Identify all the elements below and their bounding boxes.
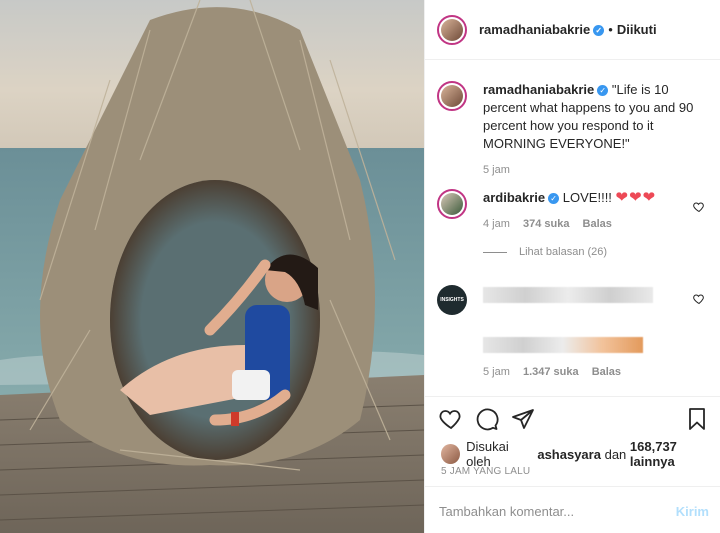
comment-meta: 4 jam 374 suka Balas xyxy=(483,215,695,233)
likes-count[interactable]: 168,737 lainnya xyxy=(630,439,720,469)
blurred-username xyxy=(483,287,653,303)
header-separator: • xyxy=(608,22,613,37)
comments-list[interactable]: ramadhaniabakrie ✓ "Life is 10 percent wh… xyxy=(425,61,720,396)
reply-button[interactable]: Balas xyxy=(583,218,612,230)
caption-meta: 5 jam xyxy=(483,161,695,179)
send-comment-button[interactable]: Kirim xyxy=(676,504,709,519)
comment-bubble-icon[interactable] xyxy=(475,407,499,431)
commenter-avatar[interactable]: INSIGHTS xyxy=(437,285,467,315)
save-bookmark-icon[interactable] xyxy=(685,407,709,431)
comment-time[interactable]: 4 jam xyxy=(483,218,510,230)
header-username-text[interactable]: ramadhaniabakrie xyxy=(479,22,590,37)
caption-username[interactable]: ramadhaniabakrie xyxy=(483,82,594,97)
comment-meta: 5 jam 1.347 suka Balas xyxy=(483,363,695,381)
comment-time[interactable]: 5 jam xyxy=(483,366,510,378)
share-send-icon[interactable] xyxy=(511,407,535,431)
post-photo[interactable] xyxy=(0,0,424,533)
likes-summary: Disukai oleh ashasyara dan 168,737 lainn… xyxy=(441,439,720,469)
likes-middle: dan xyxy=(604,446,627,462)
like-heart-icon[interactable] xyxy=(439,407,463,431)
follow-status-button[interactable]: Diikuti xyxy=(617,22,657,37)
caption-time[interactable]: 5 jam xyxy=(483,164,510,176)
beach-nest-photo xyxy=(0,0,424,533)
like-comment-heart-icon[interactable] xyxy=(693,201,705,213)
liker-avatar[interactable] xyxy=(441,444,461,464)
commenter-avatar[interactable] xyxy=(437,189,467,219)
profile-avatar[interactable] xyxy=(437,14,467,45)
like-comment-heart-icon[interactable] xyxy=(693,293,705,305)
comment-input[interactable]: Tambahkan komentar... xyxy=(439,504,574,519)
action-bar: Disukai oleh ashasyara dan 168,737 lainn… xyxy=(425,396,720,486)
header-username[interactable]: ramadhaniabakrie ✓ xyxy=(479,22,605,37)
comment-text: LOVE!!!! xyxy=(562,190,612,205)
view-replies-button[interactable]: Lihat balasan (26) xyxy=(483,246,607,258)
verified-badge-icon: ✓ xyxy=(593,25,605,37)
reply-button[interactable]: Balas xyxy=(592,366,621,378)
post-timestamp[interactable]: 5 JAM YANG LALU xyxy=(441,466,530,477)
instagram-post: ramadhaniabakrie ✓ • Diikuti ramadhaniaba… xyxy=(0,0,720,533)
blurred-comment-text xyxy=(483,337,643,353)
verified-badge-icon: ✓ xyxy=(548,193,560,205)
commenter-username[interactable]: ardibakrie xyxy=(483,190,545,205)
add-comment-bar: Tambahkan komentar... Kirim xyxy=(425,486,720,533)
comment-likes[interactable]: 1.347 suka xyxy=(523,366,579,378)
caption-avatar[interactable] xyxy=(437,81,467,111)
replies-line xyxy=(483,251,507,253)
liker-username[interactable]: ashasyara xyxy=(537,447,601,462)
verified-badge-icon: ✓ xyxy=(597,85,609,97)
view-replies-label[interactable]: Lihat balasan (26) xyxy=(519,246,607,258)
post-header: ramadhaniabakrie ✓ • Diikuti xyxy=(425,0,720,60)
heart-emoji: ❤❤❤ xyxy=(615,189,657,206)
comment-likes[interactable]: 374 suka xyxy=(523,218,569,230)
likes-prefix: Disukai oleh xyxy=(466,439,509,469)
post-sidebar: ramadhaniabakrie ✓ • Diikuti ramadhaniaba… xyxy=(424,0,720,533)
